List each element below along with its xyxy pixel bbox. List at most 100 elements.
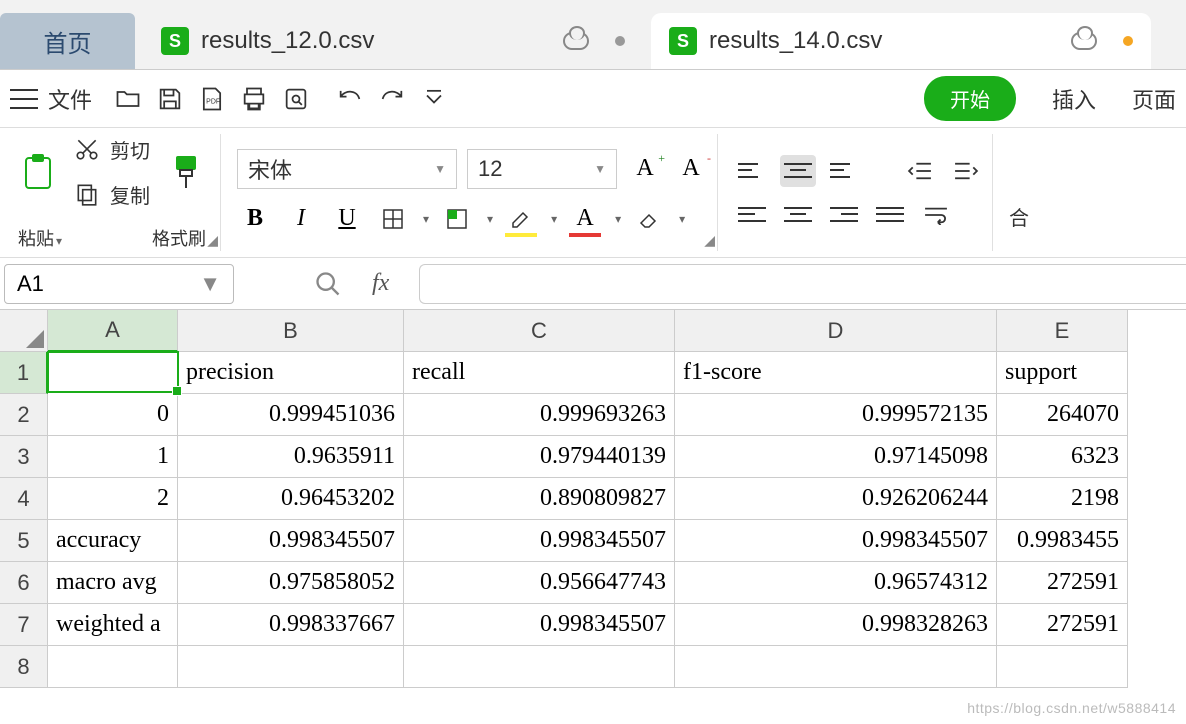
- name-box[interactable]: A1 ▼: [4, 264, 234, 304]
- cell[interactable]: accuracy: [48, 520, 178, 562]
- cell[interactable]: 272591: [997, 604, 1128, 646]
- cell[interactable]: 1: [48, 436, 178, 478]
- formula-input[interactable]: [419, 264, 1186, 304]
- cell[interactable]: recall: [404, 352, 675, 394]
- undo-icon[interactable]: [334, 83, 366, 115]
- cell[interactable]: 0: [48, 394, 178, 436]
- wrap-text-button[interactable]: [918, 199, 954, 231]
- cell[interactable]: 2: [48, 478, 178, 520]
- chevron-down-icon[interactable]: ▾: [423, 212, 429, 226]
- increase-font-icon[interactable]: A+: [627, 151, 663, 187]
- font-size-select[interactable]: 12 ▼: [467, 149, 617, 189]
- cell[interactable]: 0.999451036: [178, 394, 404, 436]
- cell[interactable]: [47, 351, 179, 393]
- cell[interactable]: 0.998337667: [178, 604, 404, 646]
- chevron-down-icon[interactable]: ▾: [615, 212, 621, 226]
- chevron-down-icon[interactable]: ▾: [551, 212, 557, 226]
- pdf-icon[interactable]: PDF: [196, 83, 228, 115]
- preview-icon[interactable]: [280, 83, 312, 115]
- cell[interactable]: 0.998345507: [404, 520, 675, 562]
- decrease-font-icon[interactable]: A-: [673, 151, 709, 187]
- paste-button[interactable]: [12, 152, 64, 192]
- row-header[interactable]: 1: [0, 352, 48, 394]
- more-dropdown-icon[interactable]: [418, 83, 450, 115]
- row-header[interactable]: 5: [0, 520, 48, 562]
- file-tab-1[interactable]: S results_14.0.csv: [651, 13, 1151, 69]
- cell[interactable]: 0.890809827: [404, 478, 675, 520]
- row-header[interactable]: 7: [0, 604, 48, 646]
- cell[interactable]: 0.998345507: [404, 604, 675, 646]
- cell[interactable]: precision: [178, 352, 404, 394]
- cell[interactable]: 0.998345507: [675, 520, 997, 562]
- cell[interactable]: 0.926206244: [675, 478, 997, 520]
- border-button[interactable]: [375, 201, 411, 237]
- row-header[interactable]: 8: [0, 646, 48, 688]
- cell[interactable]: 0.9635911: [178, 436, 404, 478]
- zoom-icon[interactable]: [314, 270, 342, 298]
- merge-label[interactable]: 合: [1009, 202, 1029, 231]
- decrease-indent-button[interactable]: [902, 155, 938, 187]
- align-left-button[interactable]: [734, 199, 770, 231]
- italic-button[interactable]: I: [283, 201, 319, 237]
- cell[interactable]: [404, 646, 675, 688]
- row-header[interactable]: 6: [0, 562, 48, 604]
- cell[interactable]: 272591: [997, 562, 1128, 604]
- column-header-D[interactable]: D: [675, 310, 997, 352]
- tab-home[interactable]: 首页: [0, 13, 135, 69]
- highlight-color-button[interactable]: [503, 201, 539, 237]
- ribbon-tab-insert[interactable]: 插入: [1052, 83, 1096, 115]
- file-tab-0[interactable]: S results_12.0.csv: [143, 13, 643, 69]
- cut-button[interactable]: 剪切: [74, 135, 150, 164]
- row-header[interactable]: 4: [0, 478, 48, 520]
- ribbon-tab-page[interactable]: 页面: [1132, 83, 1176, 115]
- cell[interactable]: 0.999693263: [404, 394, 675, 436]
- paste-label[interactable]: 粘贴▾: [18, 225, 62, 251]
- cell[interactable]: macro avg: [48, 562, 178, 604]
- align-bottom-button[interactable]: [826, 155, 862, 187]
- row-header[interactable]: 2: [0, 394, 48, 436]
- group-expand-icon[interactable]: ◢: [704, 232, 715, 249]
- cell[interactable]: f1-score: [675, 352, 997, 394]
- group-expand-icon[interactable]: ◢: [207, 232, 218, 249]
- ribbon-tab-start[interactable]: 开始: [924, 76, 1016, 121]
- file-menu[interactable]: 文件: [48, 83, 92, 115]
- cell[interactable]: 0.956647743: [404, 562, 675, 604]
- cell[interactable]: weighted a: [48, 604, 178, 646]
- font-color-button[interactable]: A: [567, 201, 603, 237]
- align-middle-button[interactable]: [780, 155, 816, 187]
- copy-button[interactable]: 复制: [74, 180, 150, 209]
- cell[interactable]: [675, 646, 997, 688]
- cell[interactable]: 264070: [997, 394, 1128, 436]
- font-name-select[interactable]: 宋体 ▼: [237, 149, 457, 189]
- save-icon[interactable]: [154, 83, 186, 115]
- cell[interactable]: 2198: [997, 478, 1128, 520]
- format-painter-button[interactable]: [160, 152, 212, 192]
- cell[interactable]: [48, 646, 178, 688]
- redo-icon[interactable]: [376, 83, 408, 115]
- cell[interactable]: 0.97145098: [675, 436, 997, 478]
- cell[interactable]: 0.998345507: [178, 520, 404, 562]
- underline-button[interactable]: U: [329, 201, 365, 237]
- increase-indent-button[interactable]: [948, 155, 984, 187]
- open-folder-icon[interactable]: [112, 83, 144, 115]
- cell[interactable]: 6323: [997, 436, 1128, 478]
- align-center-button[interactable]: [780, 199, 816, 231]
- column-header-C[interactable]: C: [404, 310, 675, 352]
- cell[interactable]: 0.96453202: [178, 478, 404, 520]
- spreadsheet-grid[interactable]: A B C D E 1 precision recall f1-score su…: [0, 310, 1186, 688]
- align-justify-button[interactable]: [872, 199, 908, 231]
- menu-icon[interactable]: [10, 89, 38, 109]
- eraser-button[interactable]: [631, 201, 667, 237]
- cell[interactable]: 0.975858052: [178, 562, 404, 604]
- cell[interactable]: 0.9983455: [997, 520, 1128, 562]
- column-header-A[interactable]: A: [48, 310, 178, 352]
- chevron-down-icon[interactable]: ▾: [487, 212, 493, 226]
- cell[interactable]: support: [997, 352, 1128, 394]
- cell[interactable]: 0.999572135: [675, 394, 997, 436]
- print-icon[interactable]: [238, 83, 270, 115]
- cell-style-button[interactable]: [439, 201, 475, 237]
- align-top-button[interactable]: [734, 155, 770, 187]
- fx-label[interactable]: fx: [372, 270, 389, 297]
- column-header-B[interactable]: B: [178, 310, 404, 352]
- cell[interactable]: 0.979440139: [404, 436, 675, 478]
